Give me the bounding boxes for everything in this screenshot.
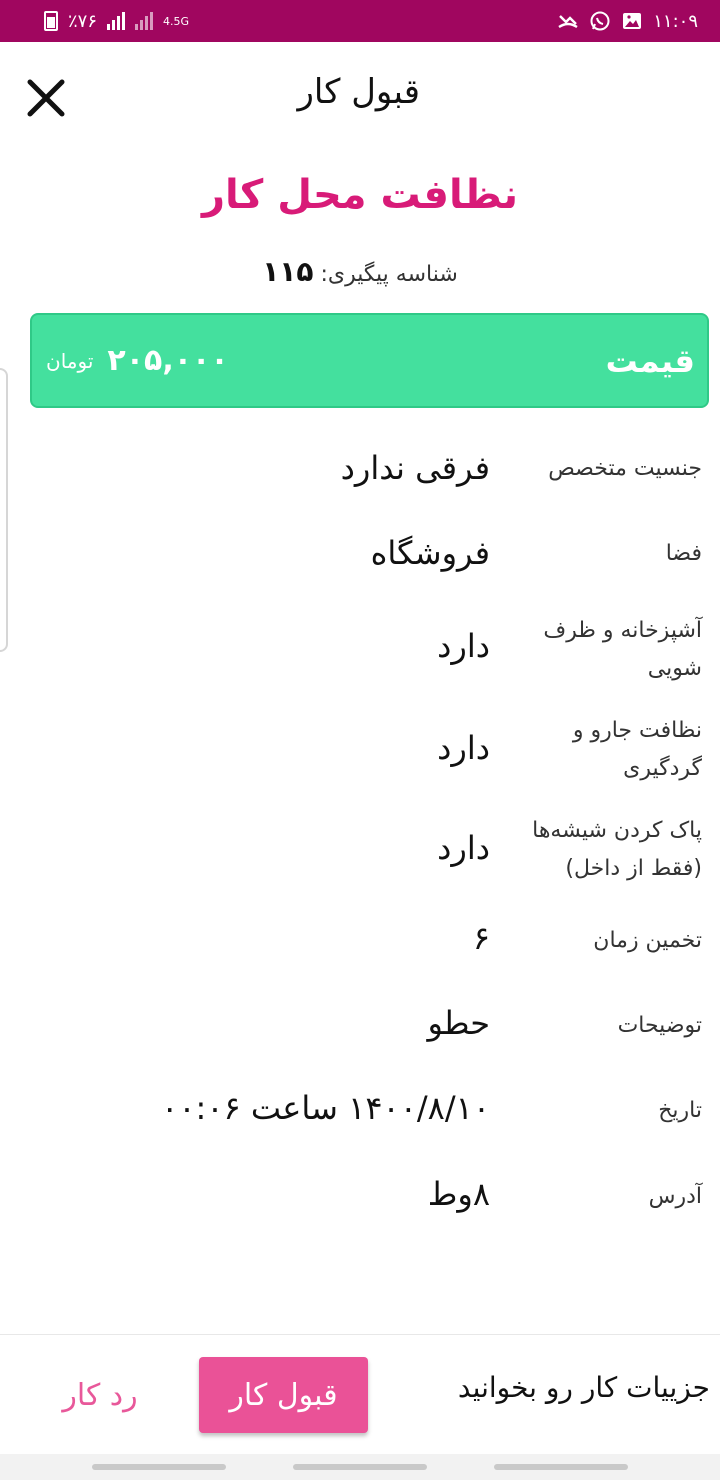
network-type: 4.5G xyxy=(163,14,190,28)
reject-job-button[interactable]: رد کار xyxy=(40,1367,160,1423)
clock: ۱۱:۰۹ xyxy=(653,10,698,32)
price-unit: تومان xyxy=(46,348,94,373)
detail-value: فروشگاه xyxy=(370,534,490,572)
nav-recents-handle[interactable] xyxy=(494,1464,628,1470)
detail-value: ۸وط xyxy=(427,1175,490,1213)
battery-icon xyxy=(44,11,58,31)
system-nav-bar xyxy=(0,1454,720,1480)
tracking-number: ۱۱۵ xyxy=(262,255,314,288)
footer-hint: جزییات کار رو بخوانید xyxy=(457,1371,710,1404)
detail-label: توضیحات xyxy=(617,1013,702,1038)
nav-back-handle[interactable] xyxy=(92,1464,226,1470)
detail-value: ۶ xyxy=(472,919,490,957)
close-icon xyxy=(27,79,65,117)
missed-call-icon xyxy=(557,10,579,32)
detail-value: دارد xyxy=(437,729,490,767)
detail-label: آدرس xyxy=(648,1184,702,1209)
price-value: ۲۰۵,۰۰۰ تومان xyxy=(46,343,229,378)
edge-panel-handle[interactable] xyxy=(0,368,8,652)
page-title: قبول کار xyxy=(297,72,420,112)
tracking-label: شناسه پیگیری: xyxy=(320,262,458,287)
detail-label: فضا xyxy=(665,541,702,566)
detail-value: ۱۴۰۰/۸/۱۰ ساعت ۰۰:۰۶ xyxy=(161,1089,490,1127)
detail-value: فرقی ندارد xyxy=(340,449,490,487)
job-title: نظافت محل کار xyxy=(202,172,518,218)
price-label: قیمت xyxy=(605,341,695,380)
battery-level: ٪۷۶ xyxy=(68,10,98,32)
status-bar: ٪۷۶ 4.5G ۱۱:۰۹ xyxy=(0,0,720,42)
close-button[interactable] xyxy=(22,74,70,122)
header: قبول کار xyxy=(0,42,720,152)
detail-label: نظافت جارو و گردگیری xyxy=(572,718,702,781)
tracking-id: شناسه پیگیری: ۱۱۵ xyxy=(0,255,720,288)
nav-home-handle[interactable] xyxy=(293,1464,427,1470)
price-amount: ۲۰۵,۰۰۰ xyxy=(107,343,229,378)
detail-value: دارد xyxy=(437,829,490,867)
detail-label: پاک کردن شیشه‌ها (فقط از داخل) xyxy=(532,818,702,881)
status-left: ٪۷۶ 4.5G xyxy=(44,11,189,32)
status-right: ۱۱:۰۹ xyxy=(557,10,698,32)
footer-action-bar: جزییات کار رو بخوانید قبول کار رد کار xyxy=(0,1334,720,1454)
detail-label: جنسیت متخصص xyxy=(548,456,702,481)
whatsapp-icon xyxy=(589,10,611,32)
detail-value: حطو xyxy=(427,1004,490,1042)
gallery-icon xyxy=(621,10,643,32)
price-box: ۲۰۵,۰۰۰ تومان قیمت xyxy=(30,313,709,408)
signal-icon xyxy=(107,12,126,30)
signal-icon-secondary xyxy=(135,12,154,30)
detail-value: دارد xyxy=(437,627,490,665)
detail-label: تخمین زمان xyxy=(593,928,702,953)
accept-job-button[interactable]: قبول کار xyxy=(199,1357,368,1433)
detail-label: آشپزخانه و ظرف شویی xyxy=(543,618,702,681)
detail-label: تاریخ xyxy=(658,1098,702,1123)
